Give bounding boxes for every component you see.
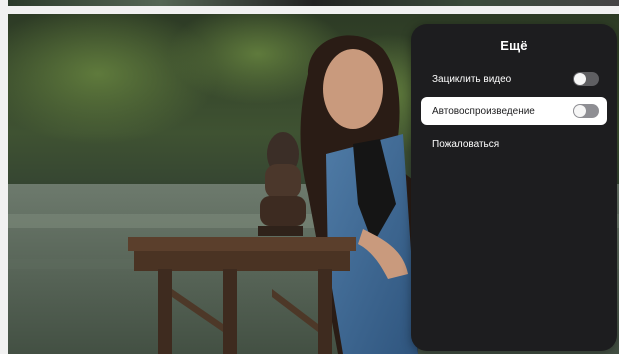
more-menu-panel: Ещё Зациклить видео Автовоспроизведение … xyxy=(411,24,617,351)
report-label: Пожаловаться xyxy=(432,138,500,150)
video-player[interactable]: Ещё Зациклить видео Автовоспроизведение … xyxy=(8,14,619,354)
report-option[interactable]: Пожаловаться xyxy=(421,130,607,158)
toggle-switch-off-icon[interactable] xyxy=(573,72,599,86)
menu-title: Ещё xyxy=(500,38,528,53)
autoplay-option[interactable]: Автовоспроизведение xyxy=(421,97,607,125)
previous-video-strip xyxy=(8,0,619,6)
toggle-knob xyxy=(574,73,586,85)
loop-video-label: Зациклить видео xyxy=(432,73,512,85)
toggle-switch-off-icon[interactable] xyxy=(573,104,599,118)
toggle-knob xyxy=(574,105,586,117)
loop-video-option[interactable]: Зациклить видео xyxy=(421,65,607,93)
autoplay-label: Автовоспроизведение xyxy=(432,105,535,117)
